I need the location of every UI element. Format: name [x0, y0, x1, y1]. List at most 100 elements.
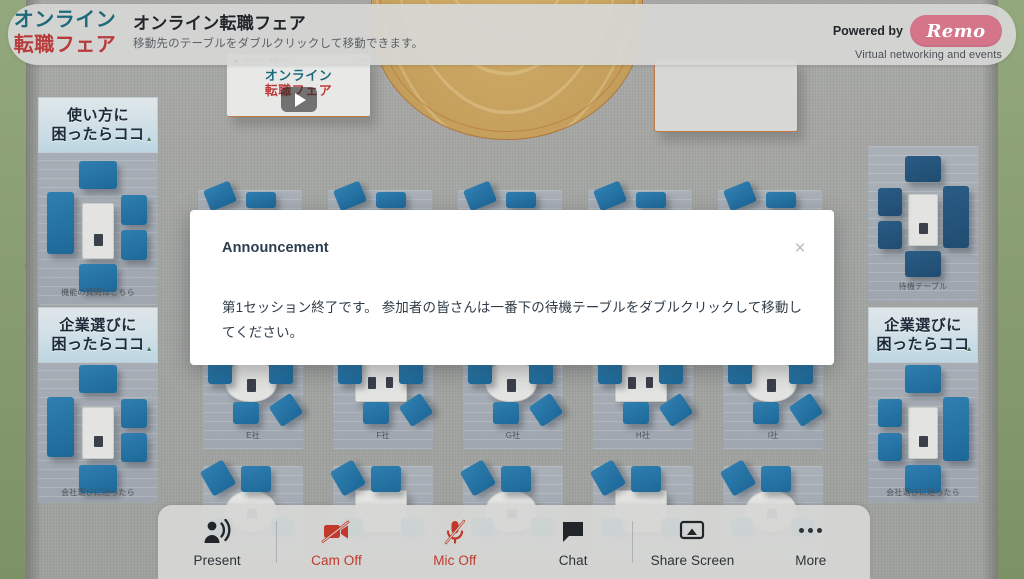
chair — [376, 192, 406, 208]
table-label: I社 — [767, 431, 779, 440]
chair — [371, 466, 401, 492]
chair — [905, 156, 941, 182]
laptop-icon — [247, 379, 256, 392]
bottom-toolbar: Present Cam Off Mic Off Chat Share Scree… — [158, 505, 870, 579]
chair — [636, 192, 666, 208]
powered-by-label: Powered by — [832, 24, 903, 38]
table-label: E社 — [246, 431, 260, 440]
powered-by-block: Powered by Remo Virtual networking and e… — [833, 15, 1002, 61]
remo-brand-logo[interactable]: Remo — [910, 15, 1002, 47]
chair — [878, 433, 902, 461]
table-card-company[interactable]: E社 — [203, 356, 304, 450]
toolbar-button-cam-off[interactable]: Cam Off — [277, 505, 395, 579]
chair — [79, 365, 117, 393]
chair — [943, 397, 969, 461]
chair — [501, 466, 531, 492]
banner-mark-icon: ▲ — [965, 346, 973, 353]
table-label: G社 — [505, 431, 521, 440]
table-banner: 企業選びに 困ったらココ ▲ — [868, 307, 978, 363]
table-label: 待機テーブル — [898, 282, 948, 291]
laptop-icon — [386, 377, 393, 388]
table-card-help[interactable]: 使い方に 困ったらココ ▲ 機能の質問はこちら — [38, 97, 158, 305]
laptop-icon — [767, 379, 776, 392]
chair — [233, 402, 259, 424]
play-icon[interactable] — [280, 87, 317, 112]
chair — [493, 402, 519, 424]
table-banner-line1: 企業選びに — [59, 317, 137, 334]
chair — [47, 192, 74, 254]
table-card-company[interactable]: H社 — [593, 356, 694, 450]
toolbar-button-mic-off[interactable]: Mic Off — [396, 505, 514, 579]
chair — [121, 399, 147, 428]
table-card-company[interactable]: F社 — [333, 356, 434, 450]
modal-message: 第1セッション終了です。 参加者の皆さんは一番下の待機テーブルをダブルクリックし… — [222, 300, 803, 340]
table-card-waiting[interactable]: 待機テーブル — [868, 146, 978, 302]
toolbar-label: Chat — [558, 552, 588, 568]
table-label: 会社選びに迷ったら — [886, 488, 960, 497]
chair — [506, 192, 536, 208]
stage-right-panel[interactable] — [654, 58, 798, 132]
brand-tagline: Virtual networking and events — [854, 49, 1002, 61]
table-card-company-help-right[interactable]: 企業選びに 困ったらココ ▲ 会社選びに迷ったら — [868, 307, 978, 503]
present-icon — [202, 517, 232, 545]
camera-off-icon — [321, 517, 351, 545]
chair — [905, 251, 941, 277]
chair — [943, 186, 969, 248]
table-card-company[interactable]: I社 — [723, 356, 824, 450]
more-icon — [799, 517, 823, 545]
page-title: オンライン転職フェア — [133, 14, 306, 33]
toolbar-label: Mic Off — [433, 552, 477, 568]
chair — [631, 466, 661, 492]
table-label: 会社選びに迷ったら — [61, 488, 135, 497]
toolbar-button-share-screen[interactable]: Share Screen — [633, 505, 751, 579]
table-surface — [908, 194, 938, 246]
laptop-icon — [94, 436, 103, 447]
table-card-company[interactable]: G社 — [463, 356, 564, 450]
table-banner: 企業選びに 困ったらココ ▲ — [38, 307, 158, 363]
chair — [753, 402, 779, 424]
event-logo-line1: オンライン — [13, 9, 117, 31]
toolbar-button-present[interactable]: Present — [158, 505, 276, 579]
chat-icon — [560, 517, 586, 545]
chair — [761, 466, 791, 492]
chair — [241, 466, 271, 492]
table-banner-line2: 困ったらココ — [876, 336, 970, 353]
event-logo: オンライン 転職フェア — [6, 8, 124, 58]
table-banner: 使い方に 困ったらココ ▲ — [38, 97, 158, 153]
toolbar-label: Cam Off — [311, 552, 362, 568]
chair — [79, 161, 117, 189]
table-banner-line2: 困ったらココ — [51, 126, 145, 143]
table-card-company-help-left[interactable]: 企業選びに 困ったらココ ▲ 会社選びに迷ったら — [38, 307, 158, 503]
table-surface — [82, 203, 114, 259]
table-label: F社 — [376, 431, 390, 440]
chair — [878, 188, 902, 216]
table-surface — [82, 407, 114, 459]
toolbar-button-more[interactable]: More — [752, 505, 870, 579]
table-banner-line2: 困ったらココ — [51, 336, 145, 353]
chair — [47, 397, 74, 457]
table-label: H社 — [635, 431, 651, 440]
chair — [905, 365, 941, 393]
chair — [121, 195, 147, 225]
table-surface — [908, 407, 938, 459]
chair — [121, 230, 147, 260]
chair — [121, 433, 147, 462]
laptop-icon — [368, 377, 376, 389]
close-icon[interactable]: × — [788, 236, 812, 260]
laptop-icon — [94, 234, 103, 246]
toolbar-button-chat[interactable]: Chat — [514, 505, 632, 579]
mic-off-icon — [442, 517, 468, 545]
announcement-modal: Announcement × 第1セッション終了です。 参加者の皆さんは一番下の… — [190, 210, 834, 365]
floor-right-edge — [982, 0, 998, 579]
banner-mark-icon: ▲ — [145, 136, 153, 143]
laptop-icon — [919, 223, 928, 234]
chair — [878, 399, 902, 427]
banner-mark-icon: ▲ — [145, 346, 153, 353]
header-text-block: オンライン転職フェア 移動先のテーブルをダブルクリックして移動できます。 — [133, 13, 423, 53]
laptop-icon — [646, 377, 653, 388]
page-subtitle: 移動先のテーブルをダブルクリックして移動できます。 — [133, 38, 424, 50]
top-header-bar: オンライン 転職フェア オンライン転職フェア 移動先のテーブルをダブルクリックし… — [8, 4, 1016, 65]
chair — [878, 221, 902, 249]
remo-event-floor-screen: オンライン転職フェ... ••• オンライン 転職フェア 使い方に 困ったらココ… — [0, 0, 1024, 579]
toolbar-label: Share Screen — [650, 552, 735, 568]
